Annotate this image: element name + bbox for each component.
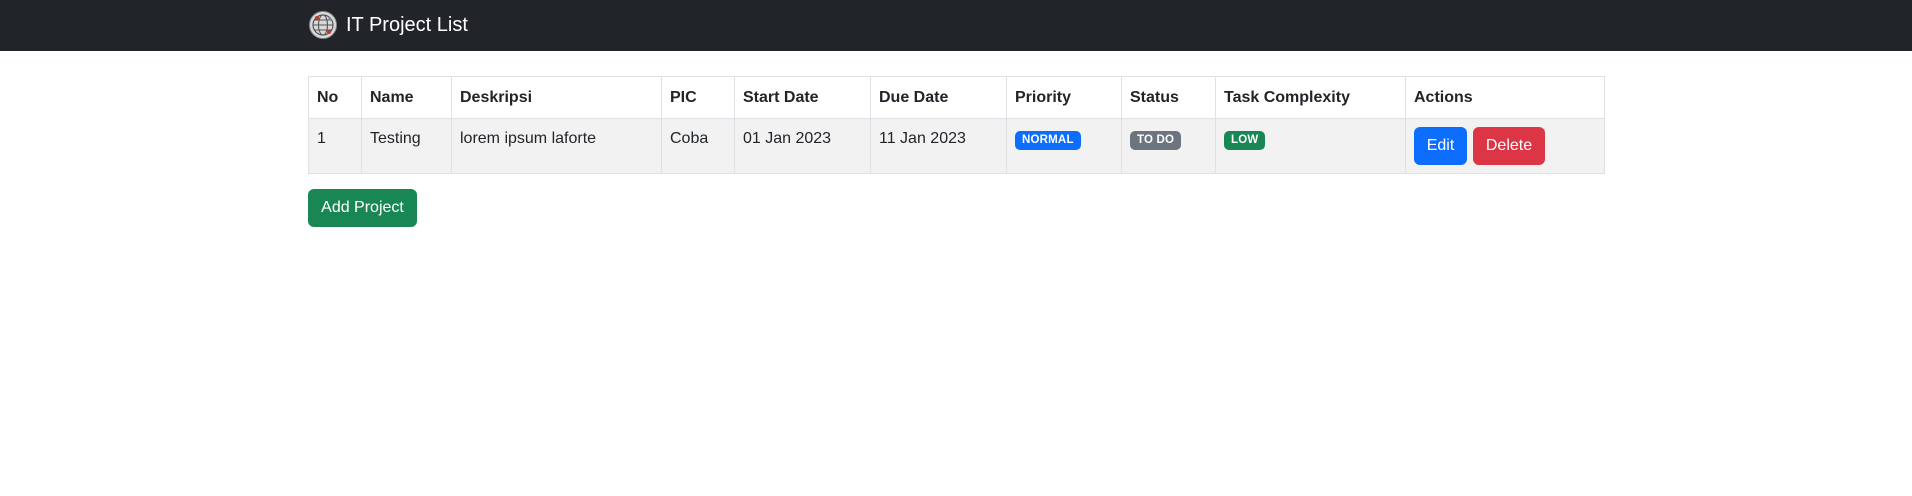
complexity-badge: LOW — [1224, 131, 1266, 150]
cell-name: Testing — [361, 118, 452, 174]
cell-no: 1 — [308, 118, 362, 174]
navbar-brand[interactable]: IT Project List — [308, 9, 468, 41]
cell-priority: NORMAL — [1006, 118, 1122, 174]
app-title: IT Project List — [346, 13, 468, 36]
add-project-button[interactable]: Add Project — [308, 189, 417, 227]
globe-logo-icon — [309, 11, 337, 39]
delete-button[interactable]: Delete — [1473, 127, 1545, 165]
edit-button[interactable]: Edit — [1414, 127, 1467, 165]
cell-task-complexity: LOW — [1215, 118, 1406, 174]
table-header-row: No Name Deskripsi PIC Start Date Due Dat… — [308, 76, 1605, 119]
cell-due-date: 11 Jan 2023 — [870, 118, 1007, 174]
column-header-priority: Priority — [1006, 76, 1122, 119]
cell-start-date: 01 Jan 2023 — [734, 118, 871, 174]
project-table-container: No Name Deskripsi PIC Start Date Due Dat… — [308, 76, 1605, 174]
column-header-actions: Actions — [1405, 76, 1605, 119]
column-header-name: Name — [361, 76, 452, 119]
column-header-status: Status — [1121, 76, 1216, 119]
project-table: No Name Deskripsi PIC Start Date Due Dat… — [308, 76, 1605, 174]
top-navbar: IT Project List — [0, 0, 1912, 51]
cell-actions: Edit Delete — [1405, 118, 1605, 174]
column-header-due-date: Due Date — [870, 76, 1007, 119]
column-header-start-date: Start Date — [734, 76, 871, 119]
cell-status: TO DO — [1121, 118, 1216, 174]
cell-pic: Coba — [661, 118, 735, 174]
table-row: 1 Testing lorem ipsum laforte Coba 01 Ja… — [308, 118, 1605, 174]
cell-deskripsi: lorem ipsum laforte — [451, 118, 662, 174]
column-header-task-complexity: Task Complexity — [1215, 76, 1406, 119]
status-badge: TO DO — [1130, 131, 1182, 150]
column-header-no: No — [308, 76, 362, 119]
column-header-deskripsi: Deskripsi — [451, 76, 662, 119]
priority-badge: NORMAL — [1015, 131, 1081, 150]
column-header-pic: PIC — [661, 76, 735, 119]
